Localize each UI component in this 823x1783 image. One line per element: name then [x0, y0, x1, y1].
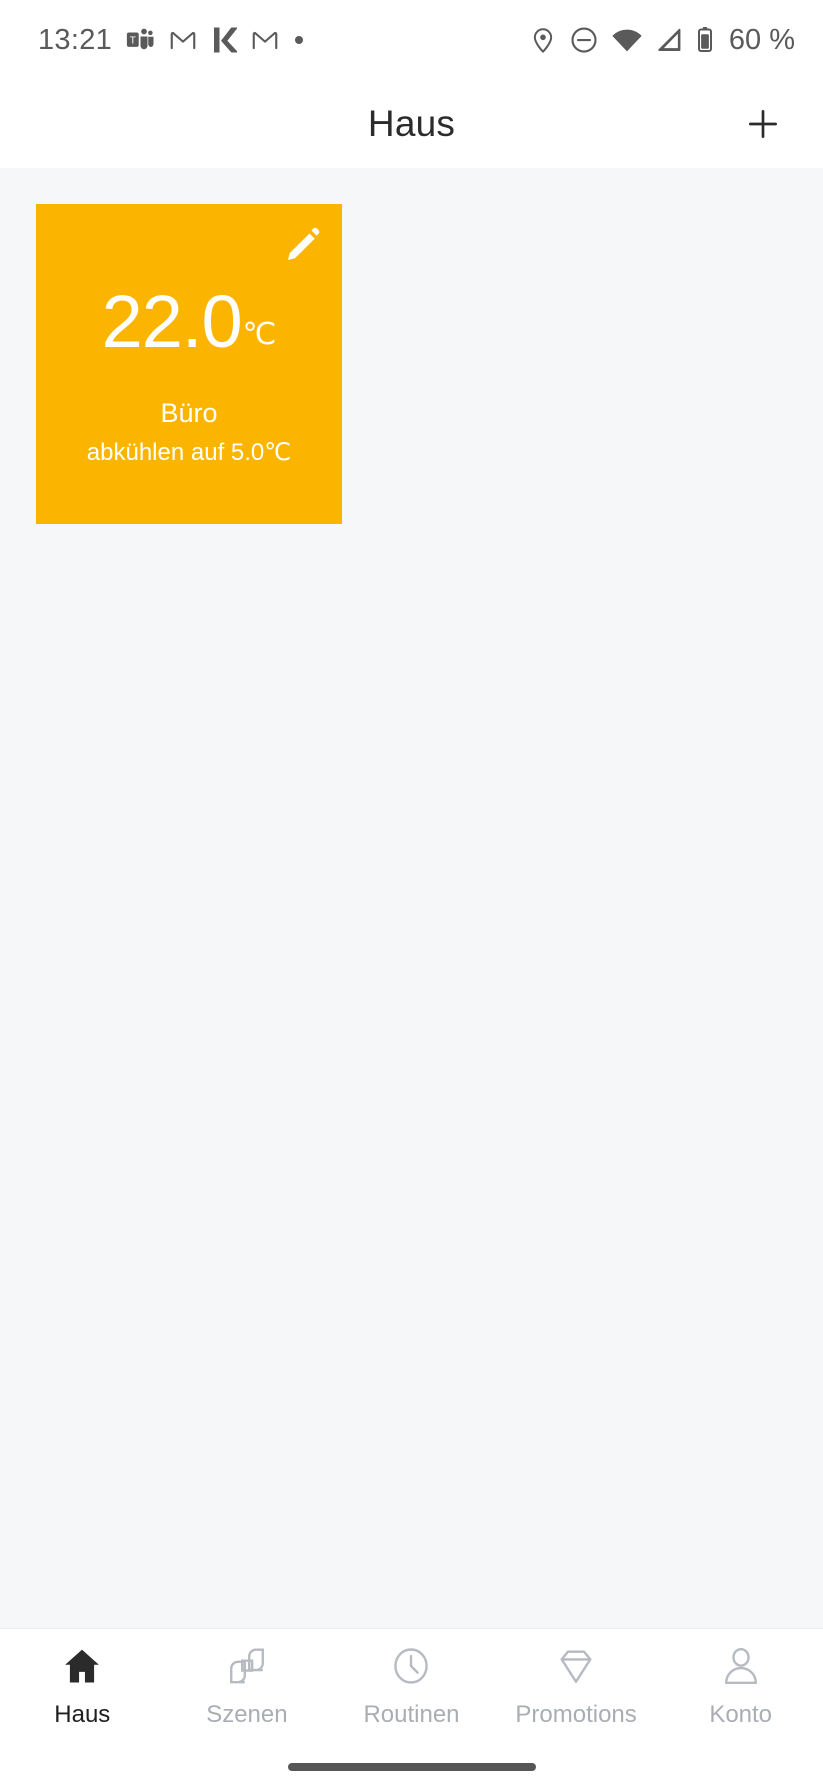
gmail-icon [168, 25, 198, 55]
wifi-icon [611, 25, 643, 55]
add-device-button[interactable] [737, 98, 789, 150]
status-time: 13:21 [38, 23, 113, 56]
pencil-icon [287, 227, 320, 261]
device-status-text: abkühlen auf 5.0℃ [86, 439, 292, 467]
nav-label-promotions: Promotions [515, 1701, 637, 1728]
location-icon [529, 25, 557, 55]
temperature-value: 22.0 [101, 280, 243, 363]
nav-label-konto: Konto [709, 1701, 773, 1728]
plus-icon [749, 110, 778, 139]
diamond-icon [554, 1643, 598, 1689]
k-app-icon [211, 25, 238, 55]
app-screen: 13:21 T 60 % Haus 22.0 ℃ Büro abkühlen a… [0, 0, 823, 1783]
svg-text:T: T [130, 35, 136, 46]
device-room-name: Büro [160, 398, 218, 429]
temperature-unit: ℃ [242, 318, 277, 351]
nav-item-routinen[interactable]: Routinen [329, 1643, 494, 1729]
person-icon [719, 1643, 763, 1689]
status-bar: 13:21 T 60 % [0, 0, 823, 80]
status-bar-right: 60 % [529, 25, 795, 55]
bottom-navigation: Haus Szenen Routinen Promotions Konto [0, 1628, 823, 1750]
battery-percent-label: 60 % [728, 23, 795, 56]
nav-item-haus[interactable]: Haus [0, 1643, 165, 1729]
nav-label-haus: Haus [54, 1701, 111, 1728]
nav-label-szenen: Szenen [206, 1701, 288, 1728]
gmail-icon-2 [250, 25, 280, 55]
page-title: Haus [367, 103, 456, 144]
scenes-icon [225, 1643, 269, 1689]
clock-icon [389, 1643, 433, 1689]
gesture-bar [0, 1750, 823, 1783]
do-not-disturb-icon [569, 25, 599, 55]
nav-item-promotions[interactable]: Promotions [494, 1643, 659, 1729]
nav-item-szenen[interactable]: Szenen [165, 1643, 330, 1729]
thermostat-card[interactable]: 22.0 ℃ Büro abkühlen auf 5.0℃ [36, 204, 342, 524]
status-bar-left: 13:21 T [38, 25, 305, 55]
edit-device-button[interactable] [280, 222, 326, 268]
device-grid: 22.0 ℃ Büro abkühlen auf 5.0℃ [0, 168, 823, 1628]
temperature-display: 22.0 ℃ [36, 280, 342, 363]
cellular-signal-icon [655, 25, 683, 55]
teams-icon: T [125, 25, 155, 55]
home-indicator[interactable] [287, 1762, 536, 1771]
battery-icon [695, 25, 715, 55]
nav-item-konto[interactable]: Konto [658, 1643, 823, 1729]
nav-label-routinen: Routinen [363, 1701, 460, 1728]
more-dot-icon [293, 34, 305, 46]
home-icon [60, 1643, 104, 1689]
app-header: Haus [0, 80, 823, 168]
